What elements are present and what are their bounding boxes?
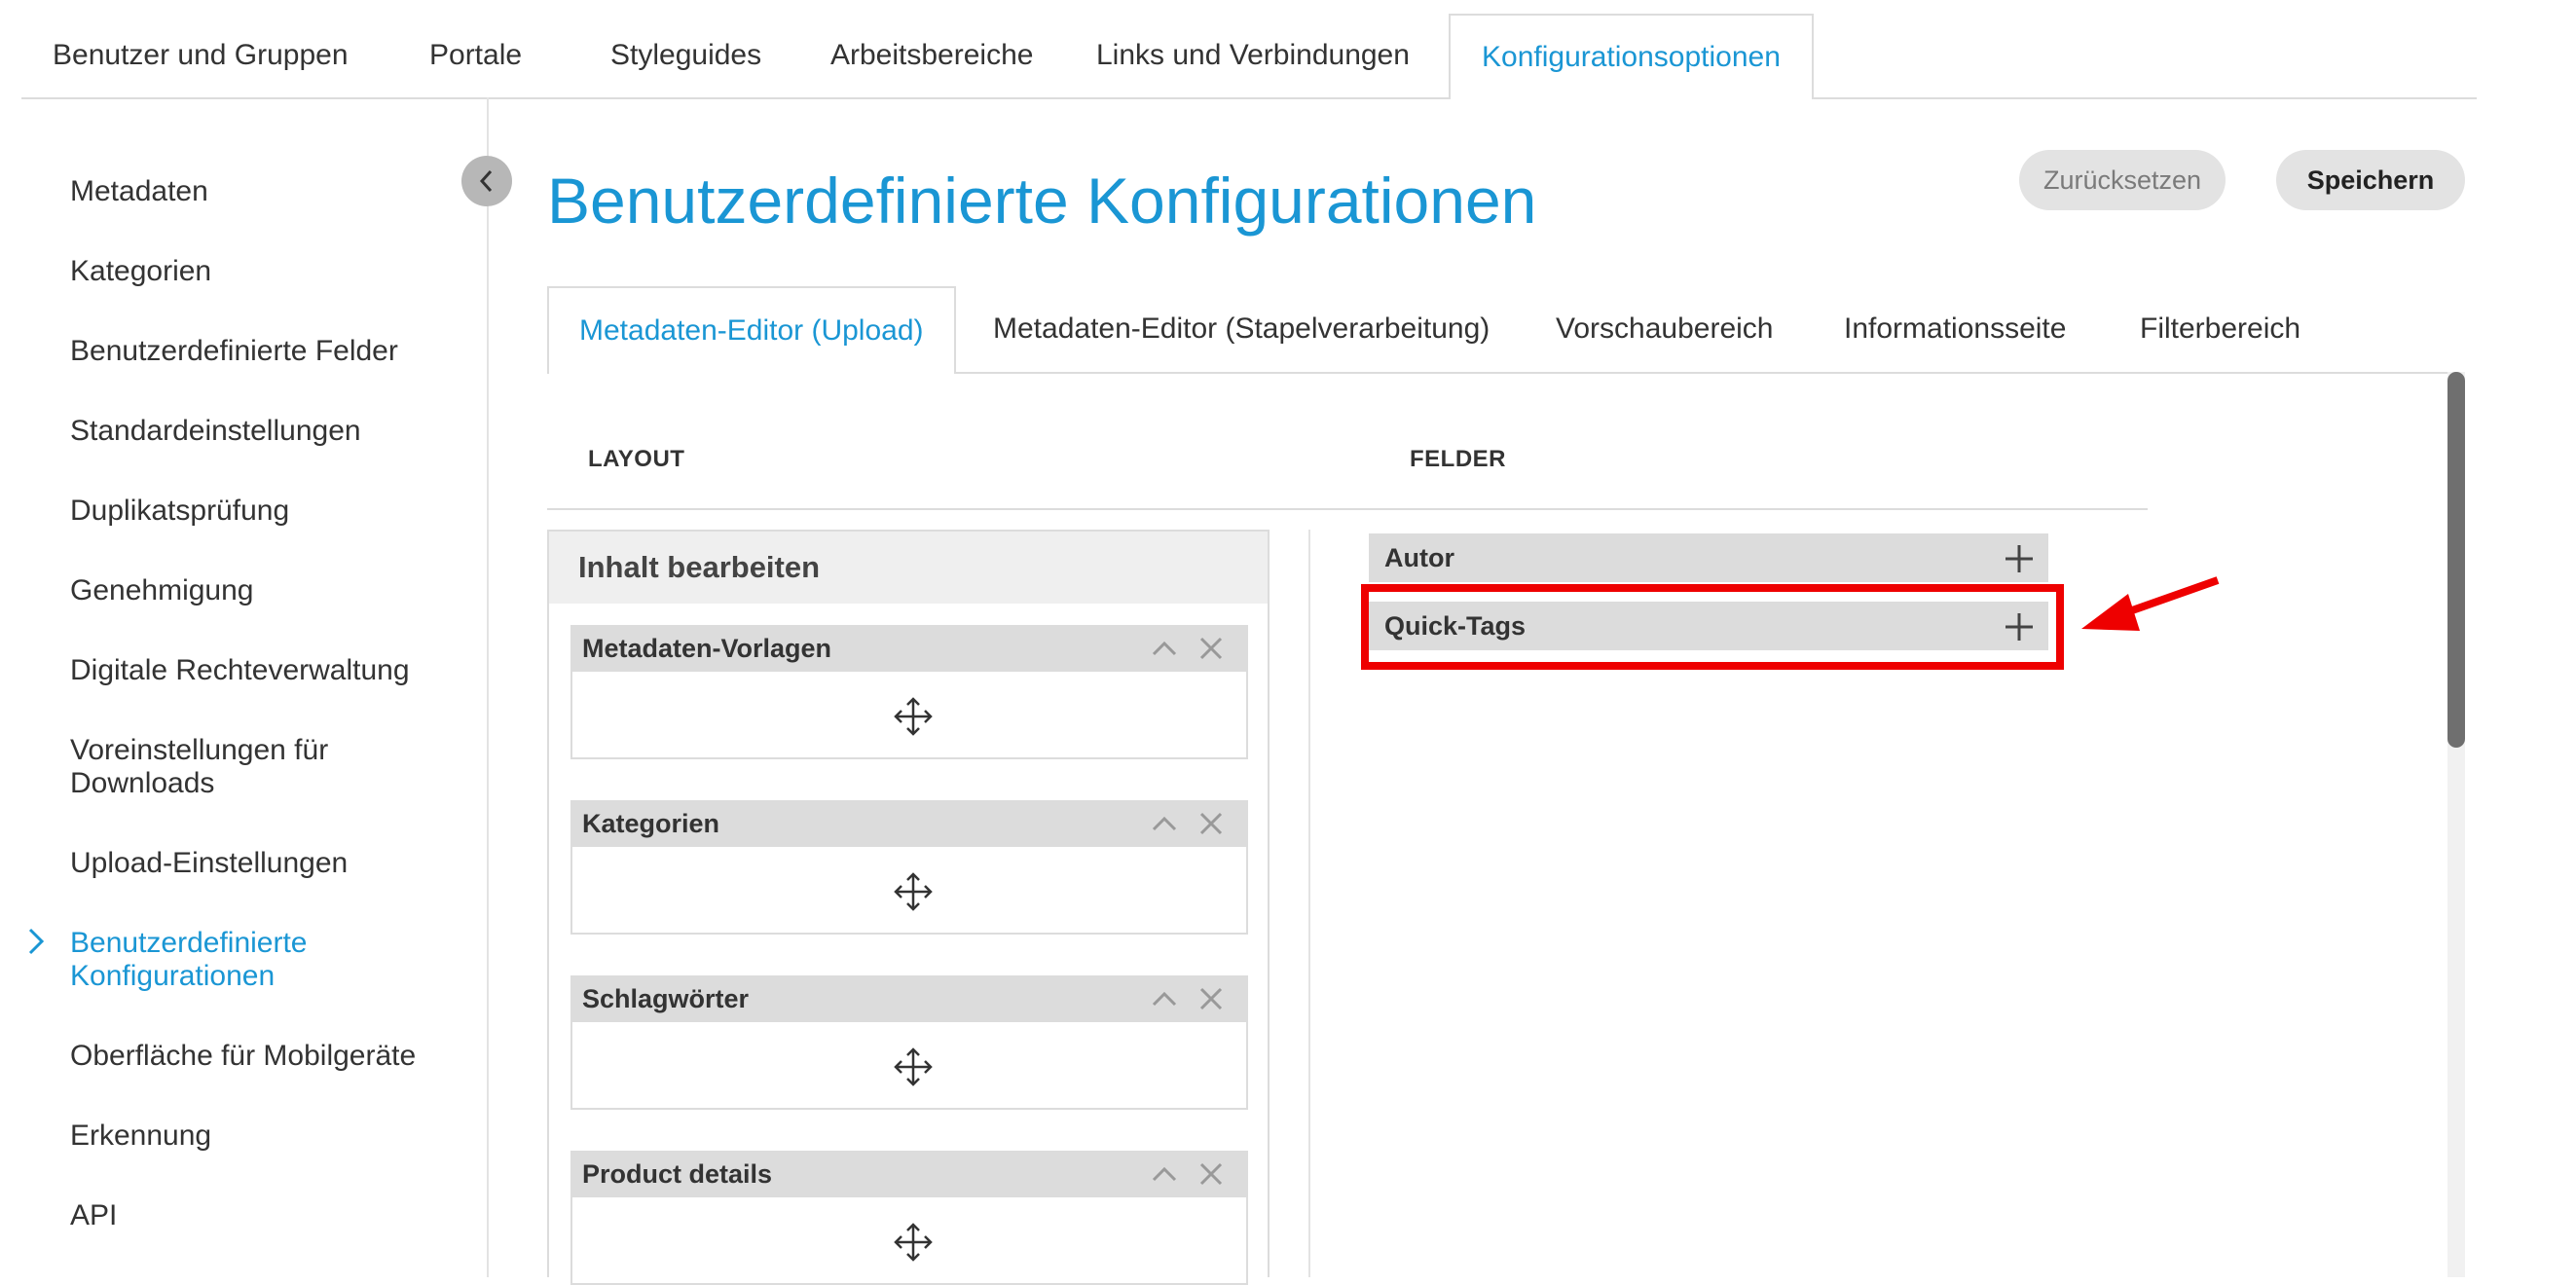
sidebar-item-benutzerdefinierte-felder[interactable]: Benutzerdefinierte Felder (70, 335, 469, 368)
sidebar-item-kategorien[interactable]: Kategorien (70, 255, 469, 288)
divider (547, 508, 2148, 510)
arrow-icon (2081, 576, 2220, 631)
layout-panel: Inhalt bearbeiten Metadaten-Vorlagen Kat… (547, 530, 1270, 1285)
tab-links-und-verbindungen[interactable]: Links und Verbindungen (1096, 14, 1410, 97)
editor-tabs: Metadaten-Editor (Upload) Metadaten-Edit… (547, 286, 2465, 374)
block-body (570, 1197, 1248, 1285)
scrollbar-thumb[interactable] (2447, 372, 2465, 748)
tab-benutzer-und-gruppen[interactable]: Benutzer und Gruppen (53, 14, 349, 97)
move-icon[interactable] (892, 1046, 935, 1088)
sidebar-collapse-button[interactable] (461, 156, 512, 206)
sidebar-item-upload-einstellungen[interactable]: Upload-Einstellungen (70, 847, 469, 880)
save-button[interactable]: Speichern (2276, 150, 2465, 210)
chevron-up-icon[interactable] (1151, 635, 1178, 662)
close-icon[interactable] (1197, 810, 1225, 837)
move-icon[interactable] (892, 870, 935, 913)
sidebar-item-erkennung[interactable]: Erkennung (70, 1120, 469, 1153)
block-title: Metadaten-Vorlagen (570, 625, 1248, 672)
move-icon[interactable] (892, 695, 935, 738)
sidebar-item-metadaten[interactable]: Metadaten (70, 175, 469, 208)
block-body (570, 672, 1248, 759)
tab-filterbereich[interactable]: Filterbereich (2140, 286, 2300, 372)
block-title: Product details (570, 1151, 1248, 1197)
tab-konfigurationsoptionen[interactable]: Konfigurationsoptionen (1449, 14, 1814, 99)
sidebar-item-duplikatspruefung[interactable]: Duplikatsprüfung (70, 495, 469, 528)
close-icon[interactable] (1197, 985, 1225, 1012)
reset-button[interactable]: Zurücksetzen (2019, 150, 2226, 210)
sidebar-item-digitale-rechteverwaltung[interactable]: Digitale Rechteverwaltung (70, 654, 469, 687)
chevron-up-icon[interactable] (1151, 1160, 1178, 1188)
block-body (570, 1022, 1248, 1110)
sidebar: Metadaten Kategorien Benutzerdefinierte … (0, 97, 489, 1277)
sidebar-item-benutzerdefinierte-konfigurationen[interactable]: Benutzerdefinierte Konfigurationen (70, 927, 382, 993)
close-icon[interactable] (1197, 635, 1225, 662)
chevron-right-icon (25, 927, 47, 961)
sidebar-item-voreinstellungen-downloads[interactable]: Voreinstellungen für Downloads (70, 734, 401, 800)
fields-heading: FELDER (1410, 446, 1506, 472)
sidebar-item-standardeinstellungen[interactable]: Standardeinstellungen (70, 415, 469, 448)
block-title: Schlagwörter (570, 975, 1248, 1022)
tab-vorschaubereich[interactable]: Vorschaubereich (1556, 286, 1773, 372)
sidebar-item-api[interactable]: API (70, 1199, 469, 1232)
chevron-up-icon[interactable] (1151, 810, 1178, 837)
field-label: Autor (1384, 543, 1454, 572)
field-item-autor[interactable]: Autor (1369, 533, 2048, 582)
block-body (570, 847, 1248, 935)
move-icon[interactable] (892, 1221, 935, 1264)
chevron-left-icon (479, 169, 493, 193)
tab-metadaten-editor-upload[interactable]: Metadaten-Editor (Upload) (547, 286, 956, 374)
field-item-quick-tags[interactable]: Quick-Tags (1369, 602, 2048, 650)
tab-arbeitsbereiche[interactable]: Arbeitsbereiche (830, 14, 1033, 97)
page-title: Benutzerdefinierte Konfigurationen (547, 165, 1537, 237)
chevron-up-icon[interactable] (1151, 985, 1178, 1012)
divider (1308, 530, 1310, 1277)
plus-icon[interactable] (2004, 543, 2035, 574)
tab-portale[interactable]: Portale (429, 14, 522, 97)
tab-metadaten-editor-stapelverarbeitung[interactable]: Metadaten-Editor (Stapelverarbeitung) (993, 286, 1490, 372)
sidebar-item-oberflaeche-mobilgeraete[interactable]: Oberfläche für Mobilgeräte (70, 1040, 469, 1073)
sidebar-item-genehmigung[interactable]: Genehmigung (70, 574, 469, 607)
layout-panel-title: Inhalt bearbeiten (549, 532, 1268, 604)
tab-styleguides[interactable]: Styleguides (610, 14, 761, 97)
block-title: Kategorien (570, 800, 1248, 847)
close-icon[interactable] (1197, 1160, 1225, 1188)
tab-informationsseite[interactable]: Informationsseite (1844, 286, 2066, 372)
plus-icon[interactable] (2004, 611, 2035, 642)
layout-heading: LAYOUT (588, 446, 685, 472)
top-navigation-tabs: Benutzer und Gruppen Portale Styleguides… (21, 0, 2477, 99)
field-label: Quick-Tags (1384, 611, 1527, 641)
